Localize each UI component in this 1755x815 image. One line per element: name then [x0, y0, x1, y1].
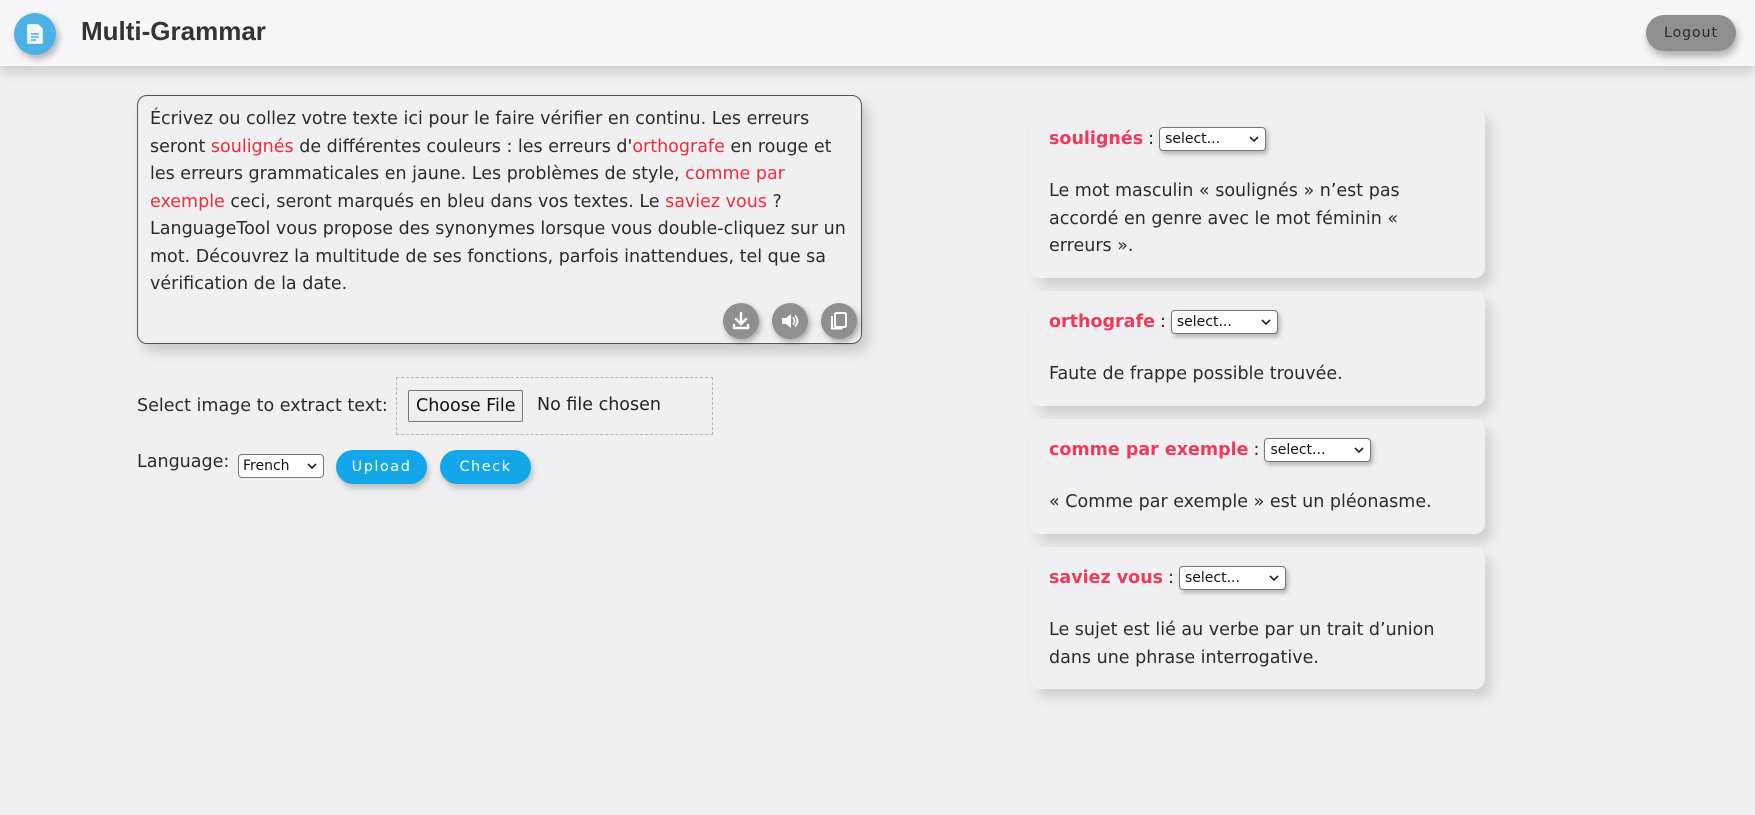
suggestion-colon: :	[1159, 312, 1166, 332]
suggestion-card: saviez vous : select... Le sujet est lié…	[1030, 547, 1485, 689]
suggestion-card: soulignés : select... Le mot masculin « …	[1030, 108, 1485, 278]
logout-button[interactable]: Logout	[1646, 15, 1736, 51]
select-value: select...	[1176, 314, 1232, 330]
image-extract-label: Select image to extract text:	[137, 396, 388, 416]
suggestion-message: Faute de frappe possible trouvée.	[1049, 364, 1343, 384]
error-word[interactable]: orthografe	[632, 137, 725, 157]
text-segment: de différentes couleurs : les erreurs d'	[293, 136, 633, 157]
suggestion-header: saviez vous : select...	[1049, 566, 1286, 590]
choose-file-button[interactable]: Choose File	[408, 390, 524, 422]
select-value: select...	[1165, 131, 1221, 147]
upload-button[interactable]: Upload	[336, 450, 427, 484]
suggestion-word: saviez vous	[1049, 568, 1164, 588]
suggestion-select[interactable]: select...	[1170, 310, 1278, 334]
suggestion-header: comme par exemple : select...	[1049, 438, 1372, 462]
chevron-down-icon	[307, 463, 317, 470]
suggestion-message: Le mot masculin « soulignés » n’est pas …	[1049, 181, 1400, 256]
speak-button[interactable]	[772, 303, 808, 339]
suggestion-colon: :	[1168, 568, 1174, 588]
text-segment: ceci, seront marqués en bleu dans vos te…	[224, 191, 666, 212]
chevron-down-icon	[1269, 575, 1279, 582]
suggestion-select[interactable]: select...	[1264, 438, 1372, 462]
suggestion-header: orthografe : select...	[1049, 310, 1278, 334]
language-label: Language:	[137, 452, 230, 472]
chevron-down-icon	[1354, 447, 1365, 454]
editor-text[interactable]: Écrivez ou collez votre texte ici pour l…	[150, 106, 855, 299]
suggestion-header: soulignés : select...	[1049, 127, 1267, 151]
error-word[interactable]: soulignés	[211, 137, 294, 157]
download-icon	[732, 311, 750, 330]
suggestion-message: « Comme par exemple » est un pléonasme.	[1049, 492, 1432, 512]
top-bar: Multi-Grammar Logout	[0, 0, 1755, 66]
language-select[interactable]: French	[238, 454, 324, 478]
suggestion-word: soulignés	[1049, 129, 1144, 149]
speaker-icon	[782, 314, 799, 328]
download-button[interactable]	[723, 303, 759, 339]
suggestion-select[interactable]: select...	[1159, 127, 1267, 151]
copy-icon	[831, 312, 847, 330]
select-value: select...	[1185, 570, 1240, 586]
suggestion-colon: :	[1148, 129, 1155, 149]
file-input-box: Choose File No file chosen	[396, 377, 713, 435]
document-icon	[27, 24, 43, 44]
suggestion-card: orthografe : select... Faute de frappe p…	[1030, 291, 1485, 406]
text-editor[interactable]: Écrivez ou collez votre texte ici pour l…	[137, 95, 862, 344]
suggestion-word: comme par exemple	[1049, 440, 1249, 460]
suggestion-message: Le sujet est lié au verbe par un trait d…	[1049, 620, 1435, 668]
copy-button[interactable]	[821, 303, 857, 339]
error-word[interactable]: saviez vous	[665, 192, 767, 212]
select-value: select...	[1270, 442, 1326, 458]
suggestion-colon: :	[1253, 440, 1260, 460]
suggestion-card: comme par exemple : select... « Comme pa…	[1030, 419, 1485, 534]
suggestion-word: orthografe	[1049, 312, 1155, 332]
language-value: French	[243, 458, 290, 474]
app-title: Multi-Grammar	[81, 16, 266, 46]
suggestion-select[interactable]: select...	[1179, 566, 1286, 590]
check-button[interactable]: Check	[440, 450, 531, 484]
chevron-down-icon	[1249, 136, 1259, 143]
app-logo[interactable]	[14, 13, 56, 55]
chevron-down-icon	[1261, 319, 1271, 326]
file-status: No file chosen	[537, 395, 661, 415]
